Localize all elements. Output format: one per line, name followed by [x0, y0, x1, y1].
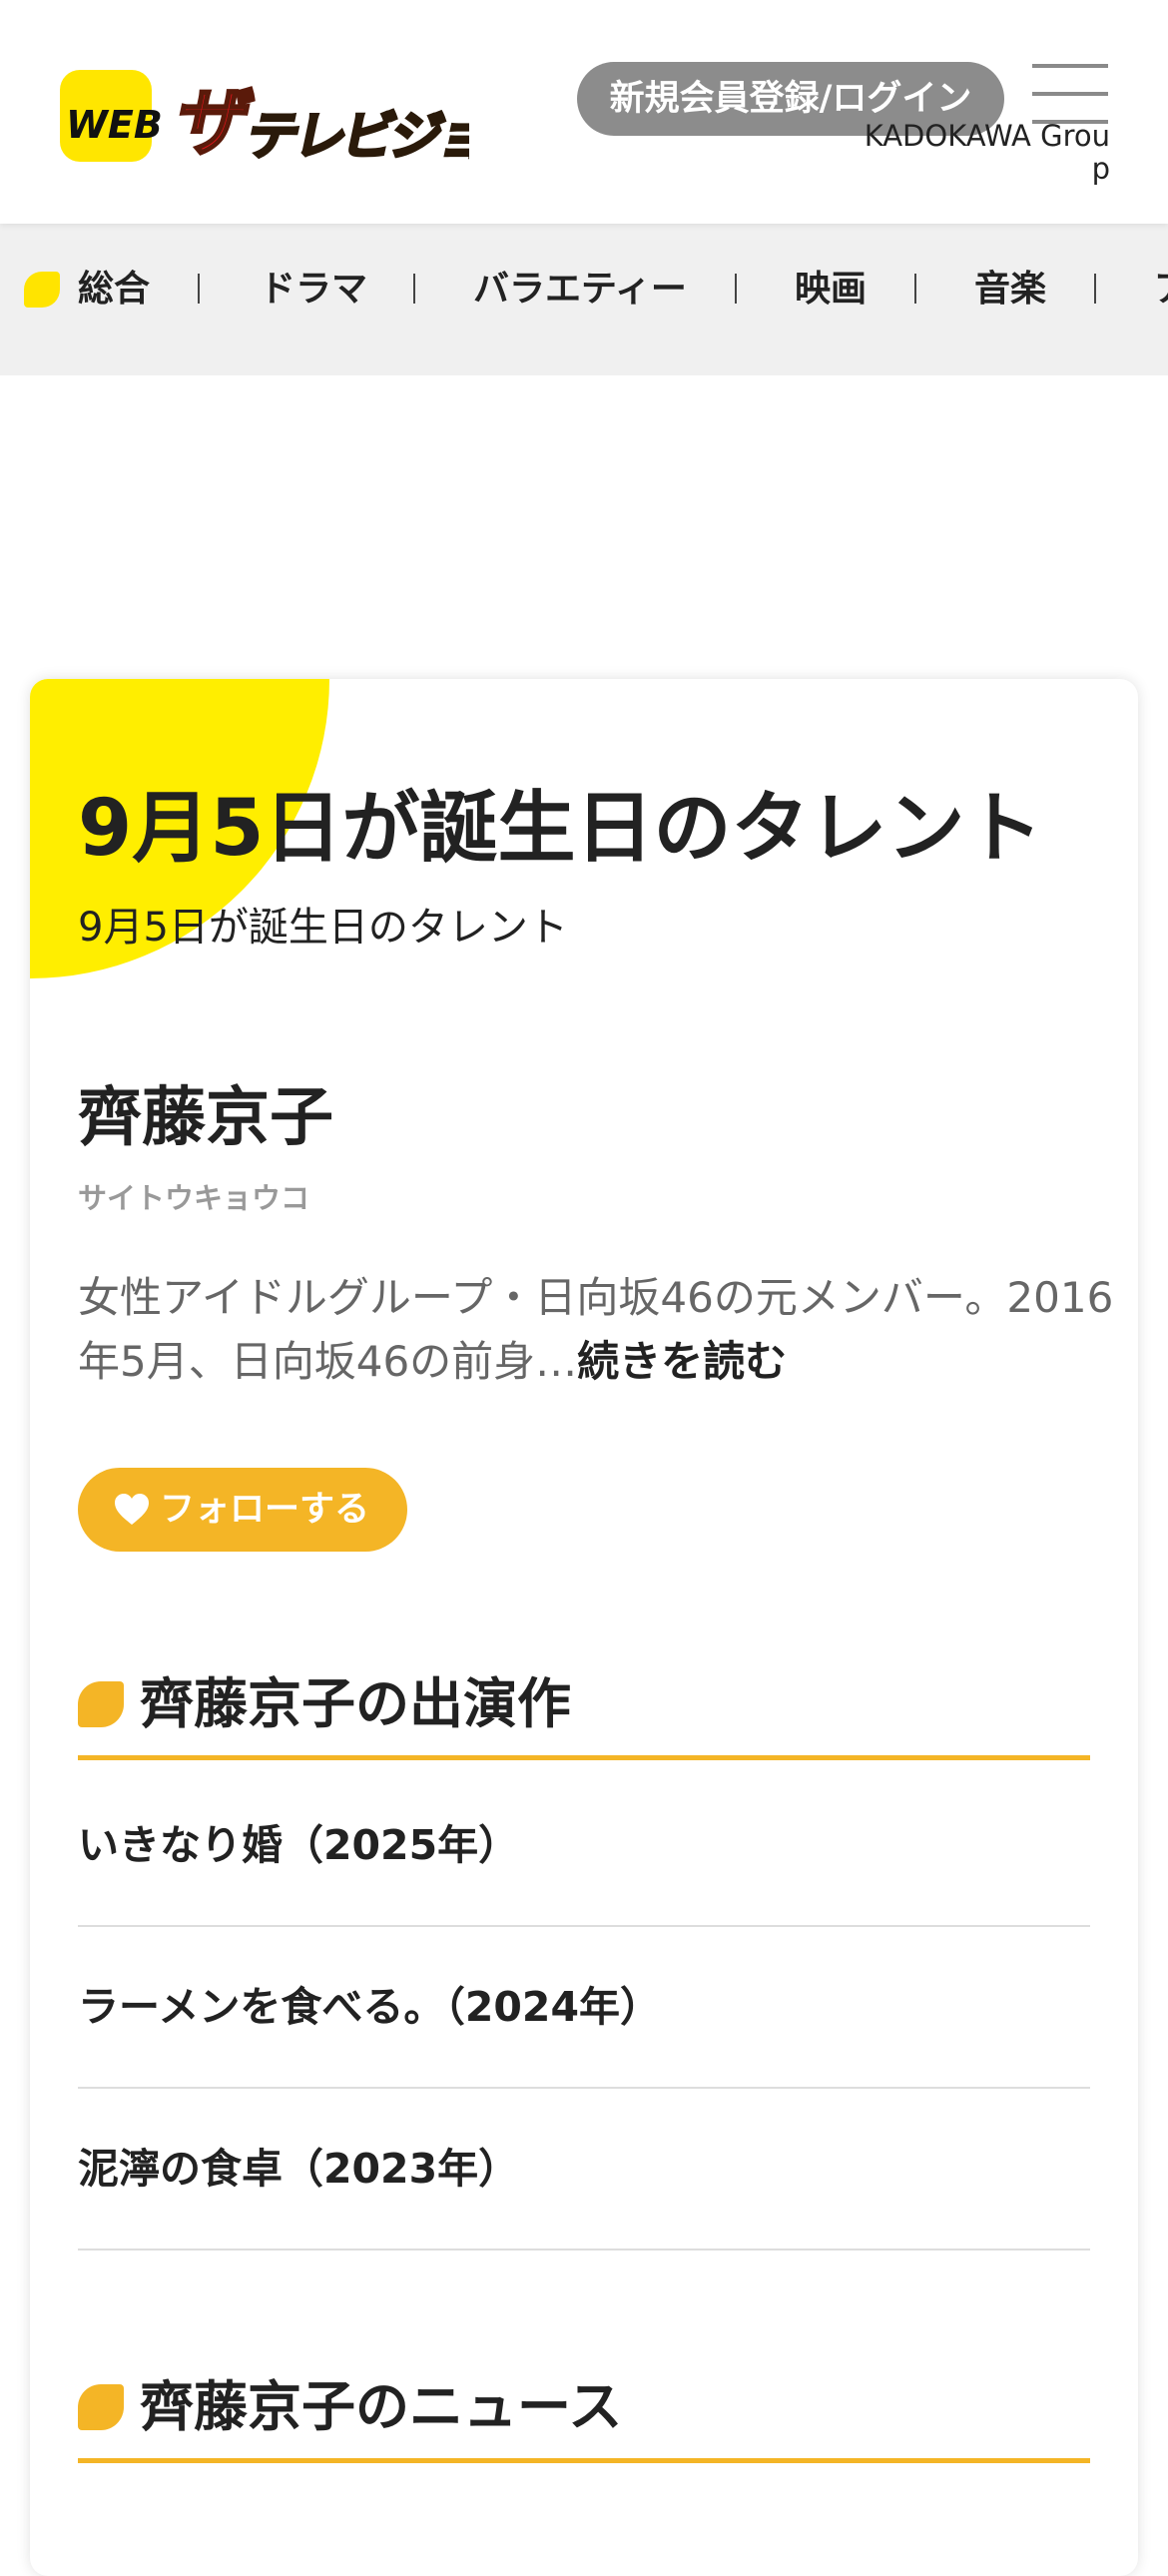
section-marker-icon	[78, 1681, 124, 1727]
nav-item-drama[interactable]: ドラマ	[260, 224, 367, 355]
nav-divider	[1094, 274, 1096, 304]
logo-graphic: WEB ザ テレビジョン	[60, 70, 544, 168]
nav-item-variety[interactable]: バラエティー	[473, 224, 687, 355]
work-list-item[interactable]: 泥濘の食卓（2023年）	[78, 2089, 1090, 2251]
nav-item-anime[interactable]: ア	[1154, 224, 1168, 355]
site-header: WEB ザ テレビジョン 新規会員登録/ログイン KADOKAWA Group	[0, 0, 1168, 224]
kadokawa-group-label[interactable]: KADOKAWA Group	[849, 120, 1110, 186]
talent-description: 女性アイドルグループ・日向坂46の元メンバー。2016年5月、日向坂46の前身……	[78, 1266, 1116, 1394]
nav-item-movie[interactable]: 映画	[795, 224, 867, 355]
nav-item-general[interactable]: 総合	[78, 224, 150, 355]
nav-item-music[interactable]: 音楽	[974, 224, 1046, 355]
nav-divider	[198, 274, 200, 304]
talent-name[interactable]: 齊藤京子	[78, 1078, 333, 1158]
section-marker-icon	[78, 2384, 124, 2430]
work-list-item[interactable]: いきなり婚（2025年）	[78, 1765, 1090, 1927]
follow-button[interactable]: フォローする	[78, 1468, 407, 1552]
svg-text:テレビジョン: テレビジョン	[242, 107, 469, 167]
site-logo[interactable]: WEB ザ テレビジョン	[60, 62, 544, 172]
heart-icon	[115, 1494, 149, 1525]
work-title[interactable]: いきなり婚（2025年）	[78, 1765, 519, 1925]
news-section-header: 齊藤京子のニュース	[78, 2362, 1090, 2463]
category-nav: 総合 ドラマ バラエティー 映画 音楽 ア	[0, 224, 1168, 375]
svg-text:WEB: WEB	[66, 103, 163, 147]
works-section-title: 齊藤京子の出演作	[140, 1672, 571, 1735]
page-subtitle: 9月5日が誕生日のタレント	[78, 905, 568, 951]
page-title: 9月5日が誕生日のタレント	[78, 784, 1043, 874]
read-more-link[interactable]: 続きを読む	[577, 1337, 787, 1386]
nav-divider	[914, 274, 916, 304]
works-section-header: 齊藤京子の出演作	[78, 1659, 1090, 1760]
work-title[interactable]: ラーメンを食べる。（2024年）	[78, 1927, 661, 2087]
work-list-item[interactable]: ラーメンを食べる。（2024年）	[78, 1927, 1090, 2089]
follow-button-label: フォローする	[160, 1490, 370, 1530]
nav-divider	[413, 274, 415, 304]
active-category-marker	[24, 272, 60, 308]
birthday-talent-card: 9月5日が誕生日のタレント 9月5日が誕生日のタレント 齊藤京子 サイトウキョウ…	[30, 679, 1138, 2576]
work-title[interactable]: 泥濘の食卓（2023年）	[78, 2089, 519, 2249]
news-section-title: 齊藤京子のニュース	[140, 2375, 623, 2438]
talent-kana: サイトウキョウコ	[78, 1181, 310, 1215]
nav-divider	[735, 274, 737, 304]
